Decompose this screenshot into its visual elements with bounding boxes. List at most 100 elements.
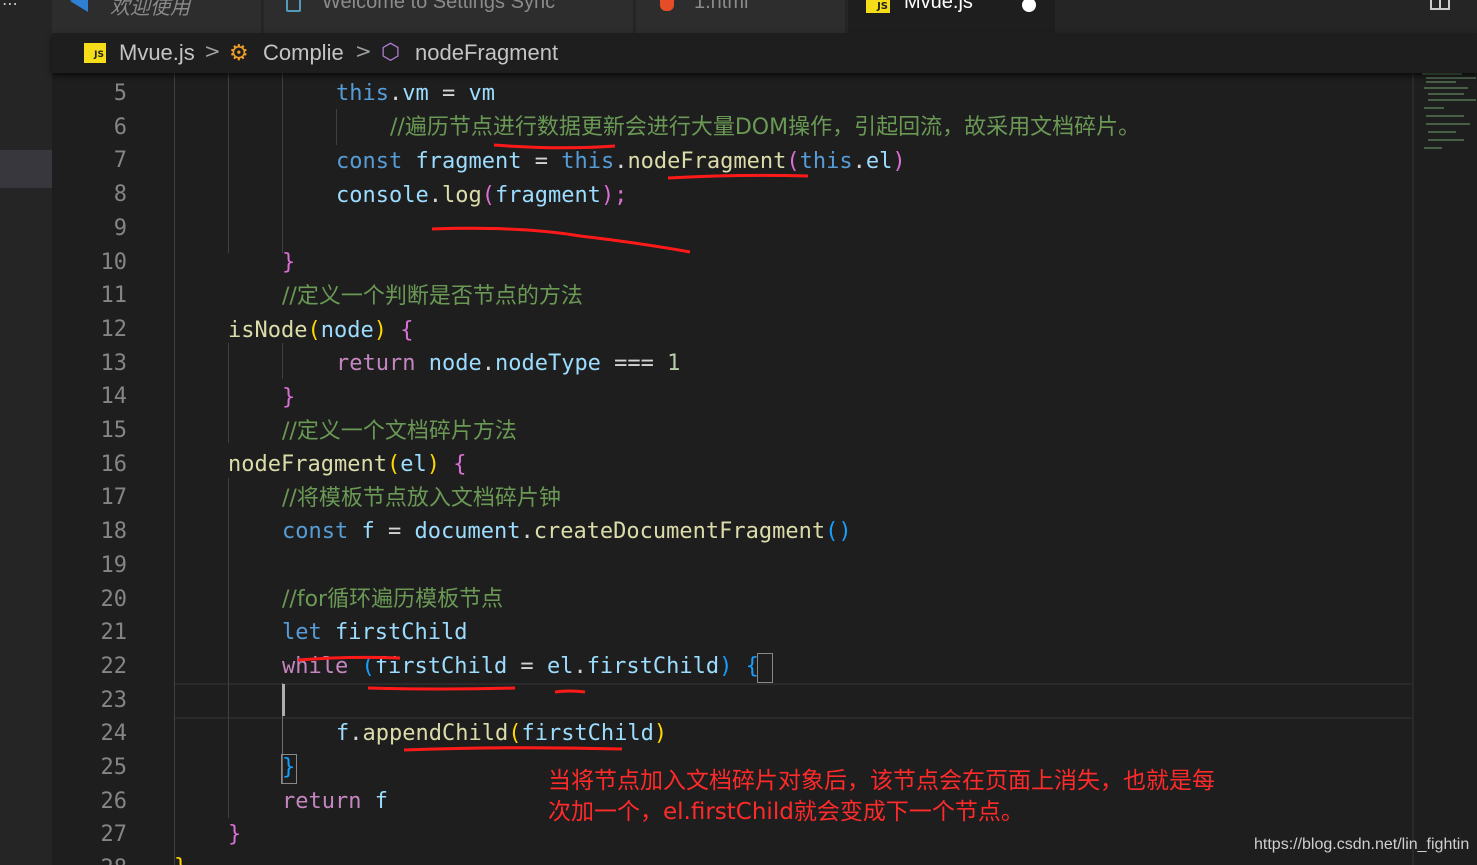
token: createDocumentFragment (533, 519, 826, 544)
line-number: 20 (100, 586, 128, 612)
tab-settings-sync[interactable]: Welcome to Settings Sync (264, 0, 634, 33)
breadcrumb-file[interactable]: Mvue.js (119, 40, 195, 66)
split-editor-icon[interactable] (1430, 0, 1450, 10)
line-number: 24 (100, 721, 128, 747)
chevron-right-icon: > (204, 39, 221, 63)
token: firstChild (586, 654, 720, 679)
activity-item-explorer[interactable] (0, 150, 52, 188)
annotation-note: 当将节点加入文档碎片对象后，该节点会在页面上消失，也就是每 次加一个，el.fi… (548, 766, 1308, 828)
code-line-11: //定义一个判断是否节点的方法 (282, 284, 583, 309)
activity-bar: ⋯ (0, 0, 52, 865)
line-number: 5 (113, 81, 127, 106)
token: appendChild (362, 721, 509, 746)
code-editor[interactable]: 5 6 7 8 9 10 11 12 13 14 15 16 17 18 19 20 21 22 23 24 25 26 2… (52, 73, 1477, 865)
token: 1 (667, 351, 681, 376)
token: while (282, 654, 349, 679)
code-line-10: } (282, 250, 296, 275)
token: . (614, 149, 628, 174)
token: . (388, 81, 403, 106)
line-number: 17 (100, 485, 128, 511)
token: . (852, 149, 866, 174)
chevron-right-icon: > (355, 39, 372, 63)
token: f (336, 721, 350, 746)
token: this (336, 81, 389, 106)
token: = (428, 81, 469, 106)
token: el (546, 654, 574, 679)
token: nodeFragment (228, 452, 387, 477)
js-icon: JS (866, 0, 890, 13)
token: ( (348, 654, 375, 679)
token: node (428, 351, 482, 376)
breadcrumb-method[interactable]: nodeFragment (415, 40, 558, 66)
token: return (282, 789, 362, 814)
code-line-24: f.appendChild(firstChild) (336, 717, 667, 751)
token: log (441, 183, 482, 208)
minimap-line (1424, 107, 1444, 109)
code-line-12: isNode(node) { (228, 314, 413, 348)
line-number: 16 (100, 451, 128, 477)
line-number: 9 (113, 215, 127, 241)
line-number: 7 (113, 148, 127, 174)
line-number: 11 (100, 283, 128, 309)
tab-label: 欢迎使用 (110, 0, 190, 19)
token: === (600, 351, 668, 376)
token: . (481, 351, 495, 376)
token: vm (402, 81, 429, 106)
token: let (282, 620, 322, 645)
token: ( (481, 183, 495, 208)
tab-bar: 欢迎使用 Welcome to Settings Sync 1.html JS … (52, 0, 1477, 33)
token: ( (508, 721, 522, 746)
indent-guide (282, 343, 283, 379)
token: f (374, 789, 388, 814)
code-line-21: let firstChild (282, 616, 467, 650)
annotation-line-1: 当将节点加入文档碎片对象后，该节点会在页面上消失，也就是每 (548, 768, 1215, 794)
tab-welcome[interactable]: 欢迎使用 (52, 0, 262, 33)
scrollbar-track[interactable] (1412, 73, 1414, 865)
code-line-15: //定义一个文档碎片方法 (282, 419, 517, 444)
token: { (400, 318, 414, 343)
method-icon: ⬡ (381, 40, 401, 65)
line-number: 13 (100, 350, 128, 376)
code-line-16: nodeFragment(el) { (228, 448, 466, 482)
class-icon: ⚙ (229, 41, 249, 66)
indent-guide (228, 478, 229, 818)
minimap-line (1426, 115, 1464, 117)
code-line-6: //遍历节点进行数据更新会进行大量DOM操作，引起回流，故采用文档碎片。 (390, 115, 1141, 140)
code-line-5: this.vm = vm (336, 77, 495, 111)
minimap-line (1422, 73, 1462, 75)
line-number: 18 (100, 519, 128, 545)
token: return (336, 351, 416, 376)
token: firstChild (521, 721, 654, 746)
line-number: 10 (100, 249, 128, 275)
minimap-line (1426, 123, 1470, 125)
token: el (865, 149, 893, 174)
more-icon[interactable]: ⋯ (2, 0, 18, 13)
minimap[interactable] (1420, 73, 1477, 163)
breadcrumb-class[interactable]: Complie (263, 40, 344, 66)
token: . (349, 721, 363, 746)
indent-guide (228, 73, 229, 253)
tab-html[interactable]: 1.html (636, 0, 846, 33)
token: el (400, 452, 427, 477)
line-number: 23 (100, 687, 128, 713)
indent-guide (336, 109, 337, 145)
code-line-13: return node.nodeType === 1 (336, 347, 680, 381)
line-number: 19 (100, 552, 128, 578)
line-number: 26 (100, 788, 128, 814)
code-line-17: //将模板节点放入文档碎片钟 (282, 486, 561, 511)
vscode-window: ⋯ 欢迎使用 Welcome to Settings Sync 1.html J… (0, 0, 1477, 865)
code-line-26: return f (282, 785, 388, 819)
breadcrumb: JS Mvue.js > ⚙ Complie > ⬡ nodeFragment (52, 33, 1477, 73)
indent-guide (174, 73, 175, 865)
js-file-icon: JS (84, 43, 106, 63)
annotation-line-2: 次加一个，el.firstChild就会变成下一个节点。 (548, 799, 1024, 825)
line-number: 14 (100, 384, 128, 410)
current-line-highlight (174, 683, 1412, 719)
token: ); (600, 183, 628, 208)
html-icon (660, 0, 674, 11)
bracket-match-highlight (281, 754, 297, 784)
token: node (320, 318, 374, 343)
token: = (521, 149, 562, 174)
